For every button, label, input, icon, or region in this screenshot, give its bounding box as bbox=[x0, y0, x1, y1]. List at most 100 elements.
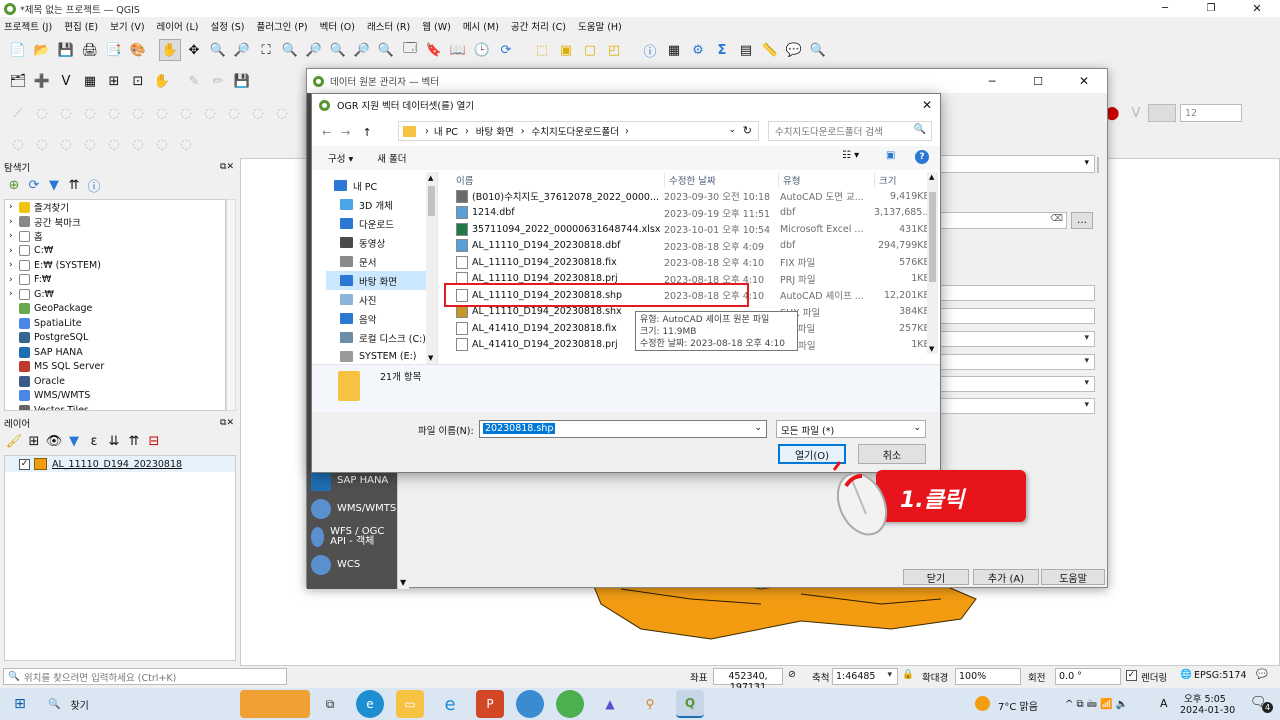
settings-gear-icon[interactable]: ⚙ bbox=[687, 39, 709, 61]
chrome-icon[interactable] bbox=[556, 690, 584, 718]
qgis-taskbar-icon[interactable]: Q bbox=[676, 690, 704, 718]
select-features-icon[interactable]: ⬚ bbox=[531, 39, 553, 61]
browser-item[interactable]: SAP HANA bbox=[7, 345, 225, 360]
dsm-option-combo-1[interactable] bbox=[927, 331, 1095, 347]
measure-icon[interactable]: 📏 bbox=[759, 39, 781, 61]
tray-icons[interactable]: ^ ⧉ 🖮 📶 🔈 bbox=[1065, 697, 1128, 714]
column-header-date[interactable]: 수정한 날짜 bbox=[664, 172, 716, 187]
nav-item[interactable]: 3D 개체 bbox=[326, 195, 426, 214]
search-app-icon[interactable]: ⚲ bbox=[636, 690, 664, 718]
visibility-icon[interactable]: 👁 bbox=[45, 430, 63, 452]
menu-item[interactable]: 래스터 (R) bbox=[367, 19, 410, 33]
add-button[interactable]: 추가 (A) bbox=[973, 569, 1039, 585]
add-raster-icon[interactable]: ▦ bbox=[79, 70, 101, 92]
expand-arrow-icon[interactable]: › bbox=[9, 275, 19, 285]
zoom-out-icon[interactable]: 🔎 bbox=[231, 39, 253, 61]
pan-to-selection-icon[interactable]: ✥ bbox=[183, 39, 205, 61]
dropdown-chevron-icon[interactable]: ⌄ bbox=[754, 423, 762, 433]
save-project-icon[interactable]: 💾 bbox=[55, 39, 77, 61]
nav-item[interactable]: 동영상 bbox=[326, 233, 426, 252]
zoom-native-icon[interactable]: 🔍 bbox=[327, 39, 349, 61]
magnifier-input[interactable]: 100% bbox=[955, 668, 1021, 685]
help-button[interactable]: 도움말 bbox=[1041, 569, 1105, 585]
zoom-in-icon[interactable]: 🔍 bbox=[207, 39, 229, 61]
filter-expression-icon[interactable]: ε bbox=[85, 430, 103, 452]
menu-item[interactable]: 편집 (E) bbox=[64, 19, 98, 33]
style-manager-icon[interactable]: 🎨 bbox=[127, 39, 149, 61]
browser-item[interactable]: › 공간 북마크 bbox=[7, 215, 225, 230]
taskbar-search[interactable]: 🔍 찾기 bbox=[40, 688, 200, 720]
nav-item[interactable]: 문서 bbox=[326, 252, 426, 271]
menu-item[interactable]: 메시 (M) bbox=[463, 19, 499, 33]
file-list-scrollbar[interactable]: ▲ ▼ bbox=[927, 172, 938, 354]
nav-item[interactable]: 바탕 화면 bbox=[326, 271, 426, 290]
windows-start-icon[interactable]: ⊞ bbox=[0, 696, 40, 712]
expand-all-icon[interactable]: ⇊ bbox=[105, 430, 123, 452]
layer-visibility-checkbox[interactable]: ✓ bbox=[19, 458, 30, 470]
menu-item[interactable]: 보기 (V) bbox=[110, 19, 144, 33]
menu-item[interactable]: 레이어 (L) bbox=[157, 19, 199, 33]
identify-icon[interactable]: ⓘ bbox=[639, 39, 661, 61]
horizontal-scrollbar[interactable] bbox=[442, 352, 926, 360]
browser-item[interactable]: › 즐겨찾기 bbox=[7, 200, 225, 215]
select-location-icon[interactable]: ◰ bbox=[603, 39, 625, 61]
print-layout-icon[interactable]: 🖨 bbox=[79, 39, 101, 61]
expand-arrow-icon[interactable]: › bbox=[9, 289, 19, 299]
panel-close-icon[interactable]: ⧉✕ bbox=[220, 418, 234, 428]
collapse-all-icon[interactable]: ⇈ bbox=[65, 174, 83, 196]
minimize-icon[interactable]: ─ bbox=[1142, 3, 1188, 14]
dsm-option-field-1[interactable] bbox=[927, 285, 1095, 301]
nav-item[interactable]: 내 PC bbox=[326, 176, 426, 195]
add-group-icon[interactable]: ⊞ bbox=[25, 430, 43, 452]
rotation-input[interactable]: 0.0 ° bbox=[1055, 668, 1121, 685]
refresh-icon[interactable]: ⟳ bbox=[495, 39, 517, 61]
locator-input[interactable]: 🔍 위치를 찾으려면 입력하세요 (Ctrl+K) bbox=[3, 668, 287, 685]
filter-icon[interactable]: ▼ bbox=[65, 430, 83, 452]
powerpoint-icon[interactable]: P bbox=[476, 690, 504, 718]
browser-item[interactable]: PostgreSQL bbox=[7, 331, 225, 346]
column-header-size[interactable]: 크기 bbox=[874, 172, 896, 187]
edge-icon[interactable]: e bbox=[356, 690, 384, 718]
expand-arrow-icon[interactable]: › bbox=[9, 260, 19, 270]
pan-icon[interactable]: ✋ bbox=[159, 39, 181, 61]
file-explorer-icon[interactable]: ▭ bbox=[396, 690, 424, 718]
layer-row[interactable]: ✓ AL_11110_D194_20230818 bbox=[5, 456, 235, 472]
add-vector-layer-icon[interactable]: ➕ bbox=[31, 70, 53, 92]
clock-date[interactable]: 2024-01-30 bbox=[1180, 705, 1235, 716]
menu-item[interactable]: 프로젝트 (J) bbox=[4, 19, 52, 33]
browser-item[interactable]: › G:₩ bbox=[7, 287, 225, 302]
file-row[interactable]: (B010)수치지도_37612078_2022_0000... 2023-09-… bbox=[454, 188, 930, 205]
pan-hand-icon[interactable]: ✋ bbox=[151, 70, 173, 92]
refresh-icon[interactable]: ↻ bbox=[743, 124, 752, 137]
ime-indicator[interactable]: A bbox=[1160, 697, 1168, 710]
preview-pane-icon[interactable]: ▣ bbox=[886, 150, 895, 161]
info-icon[interactable]: ⓘ bbox=[85, 174, 103, 196]
browser-item[interactable]: MS SQL Server bbox=[7, 360, 225, 375]
breadcrumb-item[interactable]: 수치지도다운로드폴더 bbox=[532, 124, 619, 138]
style-icon[interactable]: 🖌 bbox=[5, 430, 23, 452]
render-checkbox[interactable]: ✓ bbox=[1126, 670, 1137, 681]
expand-arrow-icon[interactable]: › bbox=[9, 246, 19, 256]
clear-icon[interactable]: ⌫ bbox=[1050, 214, 1063, 224]
weather-text[interactable]: 7°C 맑음 bbox=[998, 698, 1038, 713]
file-row[interactable]: AL_11110_D194_20230818.dbf 2023-08-18 오후 … bbox=[454, 238, 930, 255]
coord-value[interactable]: 452340, 197131 bbox=[713, 668, 783, 693]
dsm-option-combo-4[interactable] bbox=[927, 398, 1095, 414]
expand-arrow-icon[interactable]: › bbox=[9, 202, 19, 212]
browser-item[interactable]: › C:₩ bbox=[7, 244, 225, 259]
select-by-value-icon[interactable]: ▣ bbox=[555, 39, 577, 61]
breadcrumb-item[interactable]: 바탕 화면 bbox=[476, 124, 514, 138]
zoom-selection-icon[interactable]: 🔍 bbox=[279, 39, 301, 61]
help-icon[interactable]: ? bbox=[915, 150, 929, 164]
menu-item[interactable]: 웹 (W) bbox=[422, 19, 451, 33]
dsm-source-item[interactable]: WCS bbox=[307, 551, 397, 579]
close-icon[interactable]: ✕ bbox=[1061, 74, 1107, 88]
filter-icon[interactable]: ▼ bbox=[45, 174, 63, 196]
nav-item[interactable]: SYSTEM (E:) bbox=[326, 347, 426, 364]
app-icon[interactable] bbox=[516, 690, 544, 718]
restore-icon[interactable]: ❐ bbox=[1188, 3, 1234, 14]
file-row[interactable]: 1214.dbf 2023-09-19 오후 11:51 dbf 3,137,685.… bbox=[454, 205, 931, 222]
back-icon[interactable]: ← bbox=[322, 126, 331, 139]
nav-item[interactable]: 음악 bbox=[326, 309, 426, 328]
zoom-last-icon[interactable]: 🔎 bbox=[351, 39, 373, 61]
